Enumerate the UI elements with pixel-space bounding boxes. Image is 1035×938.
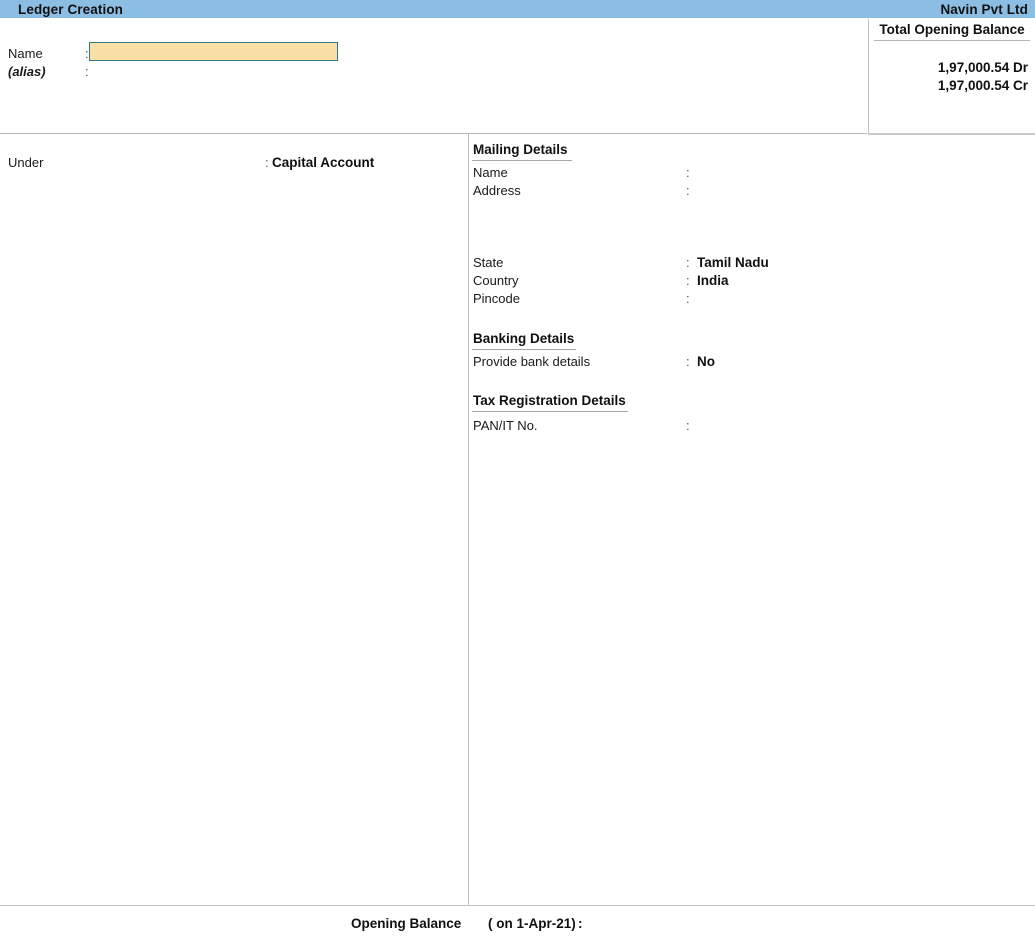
total-opening-balance-title: Total Opening Balance (879, 22, 1025, 37)
total-opening-balance-debit: 1,97,000.54 Dr (937, 60, 1028, 75)
footer-bar: Opening Balance ( on 1-Apr-21) : (0, 906, 1035, 938)
under-label: Under (8, 155, 44, 170)
under-value[interactable]: Capital Account (272, 155, 374, 170)
mailing-state-value[interactable]: Tamil Nadu (697, 255, 769, 270)
tax-registration-details-underline (472, 411, 628, 412)
company-name: Navin Pvt Ltd (940, 2, 1028, 17)
total-opening-balance-underline (874, 40, 1030, 41)
provide-bank-details-label: Provide bank details (473, 354, 591, 369)
tax-registration-details-heading: Tax Registration Details (473, 393, 626, 408)
under-colon: : (265, 155, 269, 170)
alias-colon: : (85, 64, 89, 79)
ledger-creation-screen: Ledger Creation Navin Pvt Ltd Name : (al… (0, 0, 1035, 938)
right-panel: Mailing Details Name : Address : State :… (469, 134, 1035, 905)
title-bar: Ledger Creation Navin Pvt Ltd (0, 0, 1035, 19)
mailing-name-colon: : (686, 165, 690, 180)
mailing-pincode-label: Pincode (473, 291, 520, 306)
mailing-name-label: Name (473, 165, 508, 180)
mailing-pincode-colon: : (686, 291, 690, 306)
mailing-address-label: Address (473, 183, 521, 198)
provide-bank-details-colon: : (686, 354, 690, 369)
left-panel: Under : Capital Account (0, 134, 468, 905)
mailing-details-heading: Mailing Details (473, 142, 568, 157)
mailing-state-colon: : (686, 255, 690, 270)
banking-details-underline (472, 349, 576, 350)
mailing-state-label: State (473, 255, 504, 270)
total-opening-balance-credit: 1,97,000.54 Cr (937, 78, 1028, 93)
opening-balance-date: ( on 1-Apr-21) (488, 916, 576, 931)
alias-label: (alias) (8, 64, 46, 79)
provide-bank-details-value[interactable]: No (697, 354, 715, 369)
banking-details-heading: Banking Details (473, 331, 575, 346)
ledger-name-input[interactable] (89, 42, 338, 61)
mailing-country-label: Country (473, 273, 519, 288)
name-label: Name (8, 46, 43, 61)
pan-it-no-colon: : (686, 418, 690, 433)
opening-balance-colon: : (578, 916, 583, 931)
opening-balance-label: Opening Balance (351, 916, 462, 931)
mailing-country-value[interactable]: India (697, 273, 729, 288)
page-title: Ledger Creation (18, 2, 124, 17)
mailing-address-colon: : (686, 183, 690, 198)
mailing-country-colon: : (686, 273, 690, 288)
mailing-details-underline (472, 160, 572, 161)
total-opening-balance-divider (868, 19, 869, 135)
pan-it-no-label: PAN/IT No. (473, 418, 538, 433)
